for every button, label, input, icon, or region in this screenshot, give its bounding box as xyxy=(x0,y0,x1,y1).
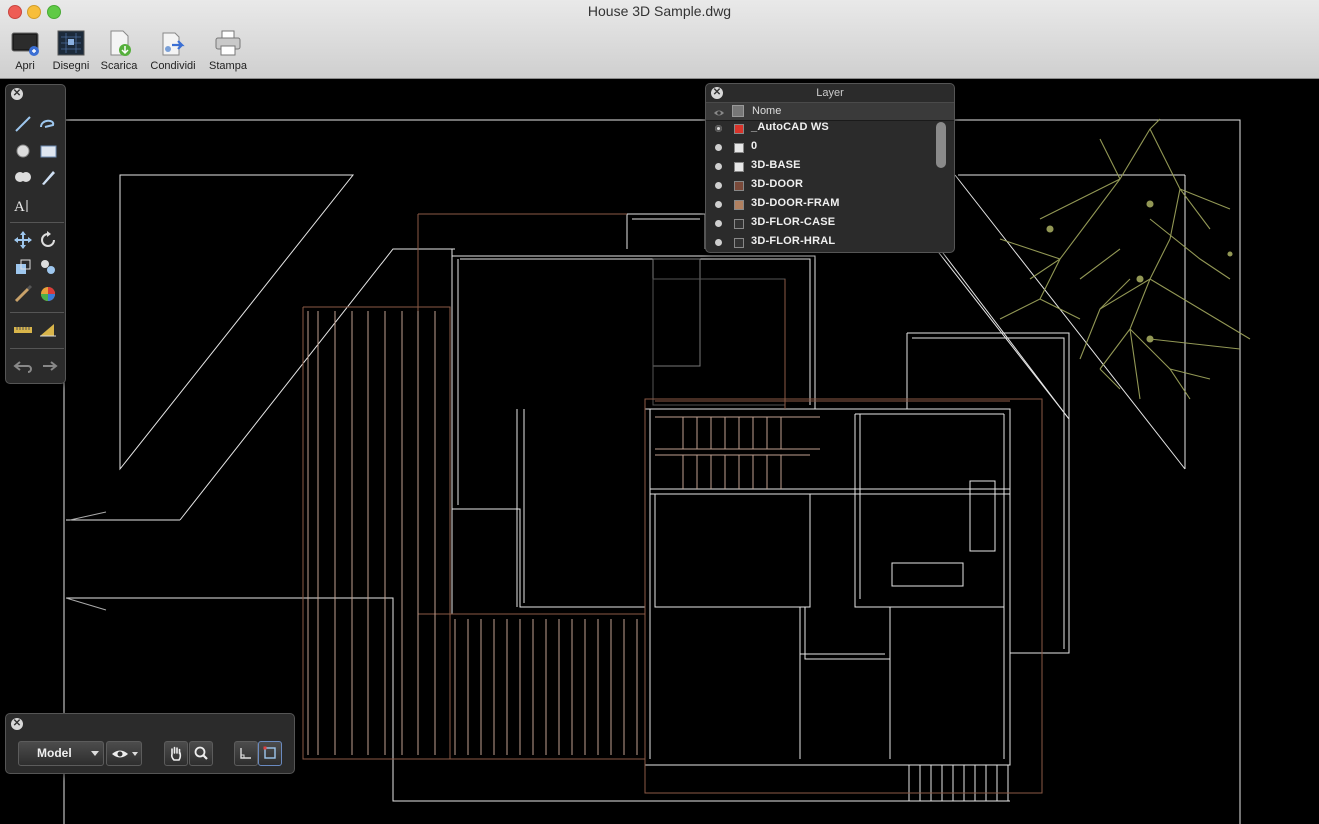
layer-scrollbar[interactable] xyxy=(936,122,946,168)
line-icon[interactable] xyxy=(12,113,34,135)
scarica-label: Scarica xyxy=(100,60,138,72)
scarica-button[interactable]: Scarica xyxy=(91,29,147,72)
layer-visibility-toggle[interactable] xyxy=(715,201,722,208)
layer-row[interactable]: 0 xyxy=(706,138,938,157)
layer-color-swatch[interactable] xyxy=(734,219,744,229)
layer-color-swatch[interactable] xyxy=(734,200,744,210)
layer-visibility-toggle[interactable] xyxy=(715,125,722,132)
grid-toggle-button[interactable] xyxy=(258,741,282,766)
visibility-dropdown[interactable] xyxy=(106,741,142,766)
layer-name: 3D-FLOR-CASE xyxy=(751,216,836,228)
layer-name: 3D-DOOR xyxy=(751,178,804,190)
view-palette-close-button[interactable]: ✕ xyxy=(11,718,23,730)
layer-visibility-toggle[interactable] xyxy=(715,239,722,246)
layer-row[interactable]: 3D-FLOR-CASE xyxy=(706,214,938,233)
svg-text:A: A xyxy=(14,199,25,215)
eye-icon xyxy=(111,747,129,759)
tool-palette: ✕ A xyxy=(5,84,66,384)
layer-row[interactable]: 3D-FLOR-HRAL xyxy=(706,233,938,252)
layer-visibility-toggle[interactable] xyxy=(715,182,722,189)
layer-name: _AutoCAD WS xyxy=(751,121,829,133)
layer-name: 3D-BASE xyxy=(751,159,801,171)
color-wheel-icon[interactable] xyxy=(37,283,59,305)
layer-row[interactable]: _AutoCAD WS xyxy=(706,119,938,138)
chevron-down-icon xyxy=(132,752,138,756)
drawings-icon xyxy=(56,29,86,57)
stair-treads-left xyxy=(307,311,820,755)
pen-icon[interactable] xyxy=(37,166,59,188)
text-icon[interactable]: A xyxy=(12,194,34,216)
tool-separator xyxy=(10,348,64,349)
polyline-icon[interactable] xyxy=(37,113,59,135)
layer-name: 3D-FLOR-HRAL xyxy=(751,235,836,247)
layer-visibility-toggle[interactable] xyxy=(715,220,722,227)
copy-icon[interactable] xyxy=(37,256,59,278)
layer-color-swatch[interactable] xyxy=(734,162,744,172)
stampa-label: Stampa xyxy=(209,60,247,72)
window-title: House 3D Sample.dwg xyxy=(587,3,732,19)
rotate-icon[interactable] xyxy=(37,229,59,251)
layer-color-header-icon xyxy=(732,105,744,117)
eye-icon xyxy=(713,105,725,116)
stampa-button[interactable]: Stampa xyxy=(200,29,256,72)
zoom-icon xyxy=(193,745,209,761)
layer-color-swatch[interactable] xyxy=(734,143,744,153)
tree-block xyxy=(999,118,1251,400)
view-palette: ✕ Model xyxy=(5,713,295,774)
grid-icon xyxy=(262,745,278,761)
tool-palette-close-button[interactable]: ✕ xyxy=(11,88,23,100)
layer-color-swatch[interactable] xyxy=(734,124,744,134)
undo-icon[interactable] xyxy=(12,355,34,377)
brush-icon[interactable] xyxy=(12,283,34,305)
scale-icon[interactable] xyxy=(12,256,34,278)
layer-panel: ✕ Layer Nome _AutoCAD WS 0 3D-BASE 3D-DO… xyxy=(705,83,955,253)
printer-icon xyxy=(213,29,243,57)
area-icon[interactable] xyxy=(37,319,59,341)
layer-row[interactable]: 3D-DOOR-FRAM xyxy=(706,195,938,214)
cloud-icon[interactable] xyxy=(12,166,34,188)
redo-icon[interactable] xyxy=(37,355,59,377)
tool-separator xyxy=(10,312,64,313)
layer-color-swatch[interactable] xyxy=(734,181,744,191)
zoom-button[interactable] xyxy=(189,741,213,766)
window-titlebar: House 3D Sample.dwg Apri Disegni Scarica… xyxy=(0,0,1319,79)
snap-button[interactable] xyxy=(234,741,258,766)
layer-visibility-toggle[interactable] xyxy=(715,163,722,170)
layer-name-column-header: Nome xyxy=(752,105,782,117)
open-icon xyxy=(10,29,40,57)
layer-panel-title: Layer xyxy=(816,87,844,99)
rectangle-icon[interactable] xyxy=(37,140,59,162)
layer-name: 3D-DOOR-FRAM xyxy=(751,197,840,209)
apri-label: Apri xyxy=(15,60,35,72)
model-space-dropdown[interactable]: Model xyxy=(18,741,104,766)
brown-linework xyxy=(302,213,1043,794)
layer-color-swatch[interactable] xyxy=(734,238,744,248)
pan-button[interactable] xyxy=(164,741,188,766)
move-icon[interactable] xyxy=(12,229,34,251)
share-icon xyxy=(158,29,188,57)
circle-icon[interactable] xyxy=(12,140,34,162)
layer-visibility-toggle[interactable] xyxy=(715,144,722,151)
disegni-label: Disegni xyxy=(52,60,90,72)
download-icon xyxy=(104,29,134,57)
condividi-button[interactable]: Condividi xyxy=(145,29,201,72)
condividi-label: Condividi xyxy=(150,60,196,72)
layer-row[interactable]: 3D-DOOR xyxy=(706,176,938,195)
chevron-down-icon xyxy=(91,751,99,756)
measure-icon[interactable] xyxy=(12,319,34,341)
model-label: Model xyxy=(37,746,72,760)
tool-separator xyxy=(10,222,64,223)
hand-icon xyxy=(168,745,184,761)
snap-icon xyxy=(238,745,254,761)
layer-row[interactable]: 3D-BASE xyxy=(706,157,938,176)
layer-name: 0 xyxy=(751,140,758,152)
